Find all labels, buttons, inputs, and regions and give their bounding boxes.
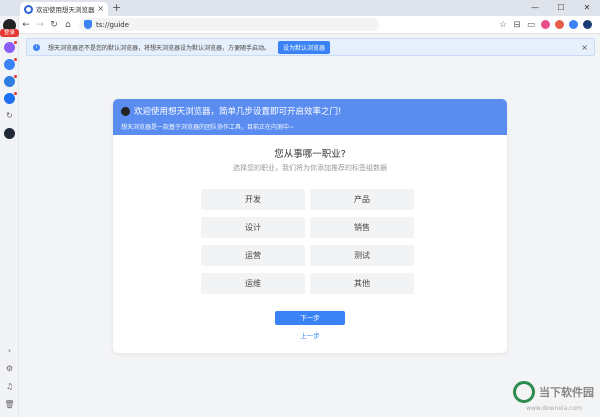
previous-step-link[interactable]: 上一步 bbox=[113, 330, 507, 340]
close-window-button[interactable]: ✕ bbox=[574, 0, 600, 16]
forward-button[interactable]: → bbox=[33, 16, 47, 34]
tab-close-icon[interactable]: × bbox=[97, 5, 104, 13]
guide-title: 欢迎使用想天浏览器，简单几步设置即可开启效率之门! bbox=[121, 105, 499, 117]
profession-hint: 选择您的职业，我们将为你添加推荐的标签组数据 bbox=[233, 164, 387, 172]
extension-red-icon[interactable] bbox=[554, 20, 564, 29]
sidebar-app-chat-icon[interactable] bbox=[4, 76, 15, 87]
expand-icon[interactable]: › bbox=[0, 346, 19, 355]
set-default-button[interactable]: 设为默认浏览器 bbox=[278, 40, 331, 54]
info-icon: i bbox=[33, 43, 40, 51]
menu-icon[interactable] bbox=[582, 20, 592, 29]
guide-card: 欢迎使用想天浏览器，简单几步设置即可开启效率之门! 想天浏览器是一款基于浏览器的… bbox=[113, 99, 507, 353]
collections-icon[interactable]: ⊟ bbox=[510, 20, 524, 30]
sync-icon[interactable]: ↻ bbox=[0, 111, 19, 120]
title-bar: 欢迎使用想天浏览器 × + — ☐ ✕ bbox=[0, 0, 600, 16]
toolbar-actions: ☆ ⊟ ▭ bbox=[496, 20, 600, 30]
address-bar[interactable]: ts://guide bbox=[79, 18, 379, 31]
profession-question: 您从事哪一职业? bbox=[274, 149, 346, 160]
bell-icon[interactable]: ♫ bbox=[0, 382, 19, 391]
url-text[interactable]: ts://guide bbox=[96, 21, 374, 29]
minimize-button[interactable]: — bbox=[522, 0, 548, 16]
watermark: 当下软件园 bbox=[513, 381, 594, 403]
extension-pink-icon[interactable] bbox=[540, 20, 550, 29]
role-option-dev[interactable]: 开发 bbox=[201, 189, 305, 210]
window-controls: — ☐ ✕ bbox=[522, 0, 600, 16]
extension-blue-icon[interactable] bbox=[568, 20, 578, 29]
trash-icon[interactable]: 🗑 bbox=[0, 400, 19, 409]
role-option-design[interactable]: 设计 bbox=[201, 217, 305, 238]
home-button[interactable]: ⌂ bbox=[61, 16, 75, 34]
role-option-devops[interactable]: 运维 bbox=[201, 273, 305, 294]
notification-dot bbox=[14, 41, 17, 44]
guide-subtitle: 想天浏览器是一款基于浏览器的团队协作工具，目前正在内测中~ bbox=[121, 124, 295, 131]
mascot-icon bbox=[121, 106, 130, 116]
back-button[interactable]: ← bbox=[19, 16, 33, 34]
watermark-logo-icon bbox=[513, 381, 535, 403]
default-browser-notice: i 想天浏览器还不是您的默认浏览器，将想天浏览器设为默认浏览器，方便随手启动。 … bbox=[26, 38, 595, 56]
guide-header: 欢迎使用想天浏览器，简单几步设置即可开启效率之门! 想天浏览器是一款基于浏览器的… bbox=[113, 99, 507, 135]
sidebar-app-link-icon[interactable] bbox=[4, 59, 15, 70]
guide-title-text: 欢迎使用想天浏览器，简单几步设置即可开启效率之门! bbox=[134, 107, 342, 117]
split-view-icon[interactable]: ▭ bbox=[524, 20, 538, 30]
sidebar: 登录 ↻ › ⚙ ♫ 🗑 bbox=[0, 16, 19, 417]
reload-button[interactable]: ↻ bbox=[47, 16, 61, 34]
notice-close-icon[interactable]: × bbox=[581, 43, 588, 52]
sidebar-app-dark-icon[interactable] bbox=[4, 128, 15, 139]
role-option-testing[interactable]: 测试 bbox=[310, 245, 414, 266]
notice-text: 想天浏览器还不是您的默认浏览器，将想天浏览器设为默认浏览器，方便随手启动。 bbox=[48, 44, 271, 52]
login-badge[interactable]: 登录 bbox=[0, 29, 19, 37]
bookmark-star-icon[interactable]: ☆ bbox=[496, 20, 510, 30]
navigation-toolbar: ← → ↻ ⌂ ts://guide ☆ ⊟ ▭ bbox=[19, 16, 600, 34]
notification-dot bbox=[14, 75, 17, 78]
settings-icon[interactable]: ⚙ bbox=[0, 364, 19, 373]
notification-dot bbox=[14, 58, 17, 61]
tab-title: 欢迎使用想天浏览器 bbox=[36, 6, 95, 14]
watermark-name: 当下软件园 bbox=[539, 386, 594, 399]
next-step-button[interactable]: 下一步 bbox=[275, 311, 345, 325]
shield-icon bbox=[84, 20, 92, 29]
notification-dot bbox=[14, 92, 17, 95]
role-option-product[interactable]: 产品 bbox=[310, 189, 414, 210]
role-option-operations[interactable]: 运营 bbox=[201, 245, 305, 266]
sidebar-app-purple-icon[interactable] bbox=[4, 42, 15, 53]
sidebar-app-blue-icon[interactable] bbox=[4, 93, 15, 104]
role-option-other[interactable]: 其他 bbox=[310, 273, 414, 294]
watermark-url: www.downxia.com bbox=[526, 405, 582, 412]
browser-tab[interactable]: 欢迎使用想天浏览器 × bbox=[20, 2, 108, 16]
maximize-button[interactable]: ☐ bbox=[548, 0, 574, 16]
role-option-sales[interactable]: 销售 bbox=[310, 217, 414, 238]
browser-logo-icon bbox=[24, 4, 33, 14]
new-tab-button[interactable]: + bbox=[112, 1, 121, 15]
